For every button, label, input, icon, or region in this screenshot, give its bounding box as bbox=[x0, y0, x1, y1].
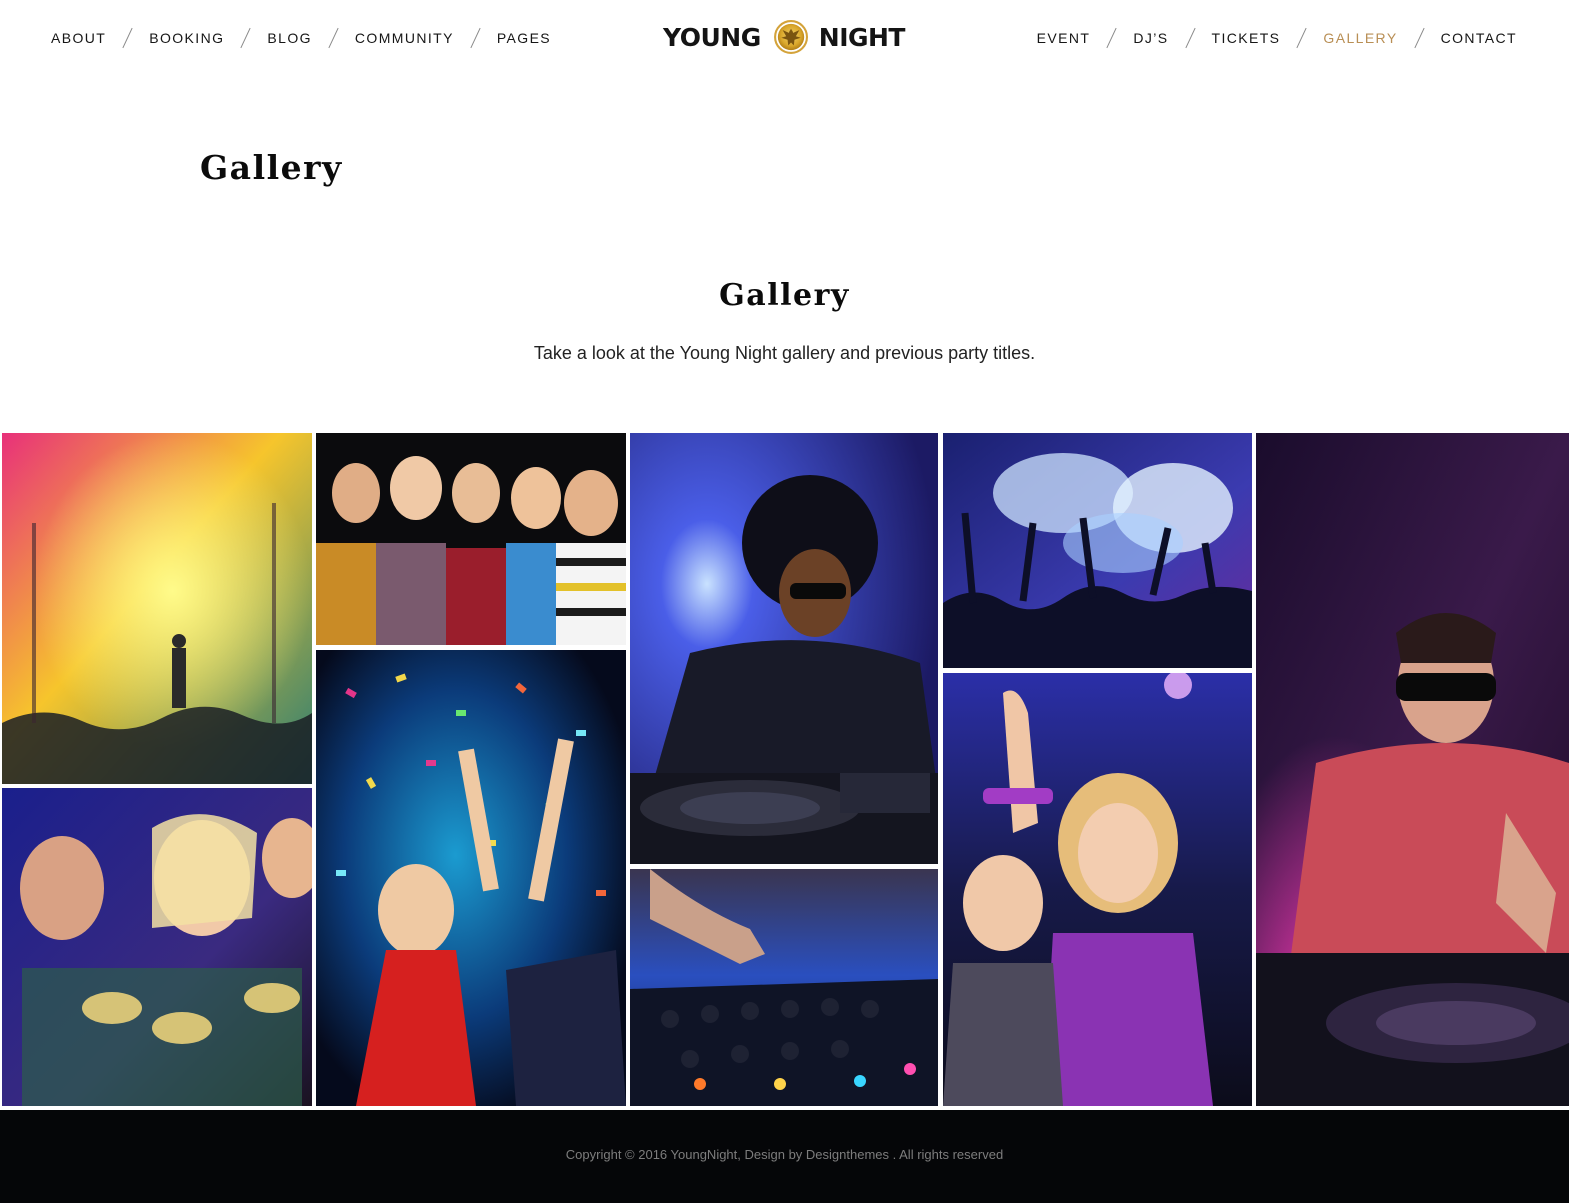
dj-sunglasses-photo bbox=[1256, 433, 1569, 1106]
nav-divider bbox=[1296, 27, 1308, 49]
gallery-item-dj-afro[interactable] bbox=[630, 433, 938, 864]
site-logo[interactable]: YOUNG NIGHT bbox=[663, 9, 906, 65]
nav-divider bbox=[1184, 27, 1196, 49]
nav-tickets[interactable]: TICKETS bbox=[1212, 28, 1281, 48]
copyright-text: Copyright © 2016 YoungNight, Design by D… bbox=[565, 1147, 1004, 1162]
primary-nav-right: EVENT DJ’S TICKETS GALLERY CONTACT bbox=[1037, 27, 1517, 49]
nav-djs[interactable]: DJ’S bbox=[1133, 28, 1168, 48]
friends-party-hats-photo bbox=[316, 433, 626, 645]
gallery-item-concert-stage[interactable] bbox=[2, 433, 312, 784]
gallery-item-confetti-dancing[interactable] bbox=[316, 650, 626, 1106]
concert-stage-photo bbox=[2, 433, 312, 784]
nav-divider bbox=[122, 27, 133, 49]
logo-word-right: NIGHT bbox=[818, 22, 906, 52]
gallery-item-crowd-smoke[interactable] bbox=[943, 433, 1252, 668]
gallery-item-women-toasting[interactable] bbox=[2, 788, 312, 1106]
section-subtitle: Take a look at the Young Night gallery a… bbox=[533, 343, 1036, 363]
nav-divider bbox=[328, 27, 339, 49]
nav-gallery[interactable]: GALLERY bbox=[1323, 28, 1397, 48]
nav-about[interactable]: ABOUT bbox=[51, 28, 106, 48]
nav-booking[interactable]: BOOKING bbox=[149, 28, 224, 48]
nav-community[interactable]: COMMUNITY bbox=[355, 28, 454, 48]
gallery-item-dj-sunglasses[interactable] bbox=[1256, 433, 1569, 1106]
section-title: Gallery bbox=[719, 278, 850, 313]
dj-mixer-hands-photo bbox=[630, 869, 938, 1106]
nav-contact[interactable]: CONTACT bbox=[1441, 28, 1517, 48]
page-title: Gallery bbox=[200, 148, 343, 187]
crowd-smoke-photo bbox=[943, 433, 1252, 668]
gallery-grid bbox=[0, 433, 1569, 1106]
gallery-item-dancing-couple[interactable] bbox=[943, 673, 1252, 1106]
site-footer: Copyright © 2016 YoungNight, Design by D… bbox=[0, 1110, 1569, 1203]
women-toasting-photo bbox=[2, 788, 312, 1106]
dancing-couple-photo bbox=[943, 673, 1252, 1106]
nav-divider bbox=[240, 27, 251, 49]
logo-word-left: YOUNG bbox=[663, 22, 761, 52]
nav-divider bbox=[1106, 27, 1117, 49]
confetti-dancing-photo bbox=[316, 650, 626, 1106]
nav-pages[interactable]: PAGES bbox=[497, 28, 551, 48]
site-header: ABOUT BOOKING BLOG COMMUNITY PAGES YOUNG… bbox=[0, 0, 1569, 74]
nav-event[interactable]: EVENT bbox=[1037, 28, 1091, 48]
gallery-item-dj-mixer[interactable] bbox=[630, 869, 938, 1106]
dj-afro-turntable-photo bbox=[630, 433, 938, 864]
nav-divider bbox=[470, 27, 481, 49]
nav-divider bbox=[1413, 27, 1425, 49]
gallery-item-friends-party[interactable] bbox=[316, 433, 626, 645]
eagle-emblem-icon bbox=[773, 20, 808, 54]
nav-blog[interactable]: BLOG bbox=[267, 28, 312, 48]
primary-nav-left: ABOUT BOOKING BLOG COMMUNITY PAGES bbox=[51, 27, 551, 49]
